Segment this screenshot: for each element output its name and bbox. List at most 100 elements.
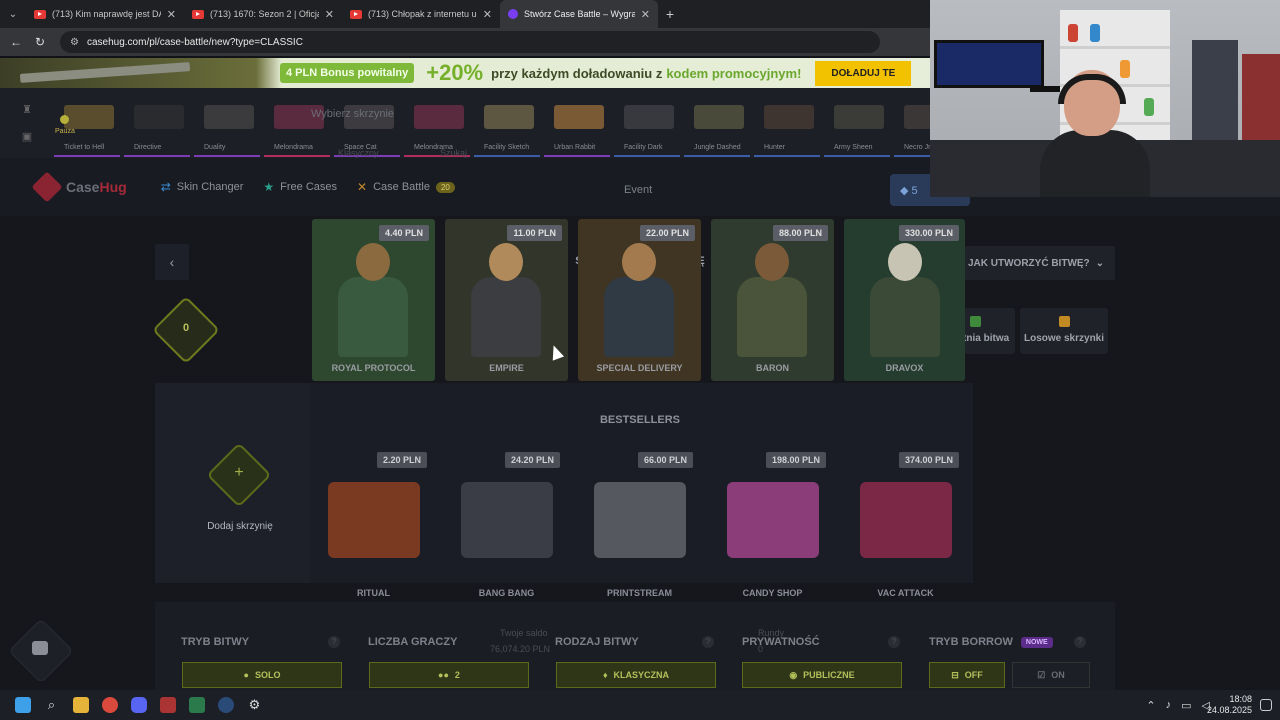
poster-image (1192, 40, 1238, 140)
network-icon[interactable]: ▭ (1181, 699, 1191, 712)
chevron-up-icon[interactable]: ⌃ (1146, 699, 1155, 712)
settings-icon[interactable]: ⚙ (240, 690, 269, 720)
add-case-label: Dodaj skrzynię (207, 521, 273, 532)
drop-name: Hunter (764, 144, 786, 151)
xbox-icon[interactable] (182, 690, 211, 720)
drop-name: Facility Sketch (484, 144, 530, 151)
search-icon[interactable]: ⌕ (37, 690, 66, 720)
discord-icon[interactable] (124, 690, 153, 720)
app-icon[interactable] (153, 690, 182, 720)
chrome-icon[interactable] (95, 690, 124, 720)
bestseller-case[interactable]: 374.00 PLN VAC ATTACK (844, 452, 967, 612)
casehug-logo[interactable]: CaseHug (31, 171, 127, 203)
live-drop-item[interactable]: Jungle Dashed (684, 89, 754, 157)
how-to-dropdown[interactable]: ? JAK UTWORZYĆ BITWĘ? ⌄ (942, 246, 1115, 280)
players-count-label: LICZBA GRACZY (368, 636, 458, 648)
live-drop-item[interactable]: Space Cat (334, 89, 404, 157)
promo-text: przy każdym doładowaniu z (491, 65, 663, 81)
windows-start-icon[interactable] (8, 690, 37, 720)
close-tab-icon[interactable]: ✕ (483, 8, 492, 21)
back-button[interactable]: ‹ (155, 244, 189, 280)
ghost-search: Szukaj (440, 148, 468, 158)
new-tab-icon[interactable]: + (658, 6, 682, 22)
nav-event[interactable]: Event (624, 184, 652, 196)
site-info-icon[interactable]: ⚙ (70, 37, 79, 48)
microphone-icon[interactable]: ♪ (1166, 699, 1172, 711)
help-icon[interactable]: ? (888, 636, 900, 648)
weapon-image (204, 105, 254, 129)
back-arrow-icon[interactable]: ← (4, 35, 28, 49)
case-name: BARON (756, 363, 789, 373)
steam-icon[interactable] (211, 690, 240, 720)
event-case-card[interactable]: 4.40 PLN ROYAL PROTOCOL (312, 219, 435, 381)
button-label: SOLO (254, 670, 281, 680)
case-price: 66.00 PLN (637, 452, 693, 468)
close-tab-icon[interactable]: ✕ (167, 8, 176, 21)
case-name: EMPIRE (489, 363, 524, 373)
public-privacy-button[interactable]: ◉ PUBLICZNE (742, 662, 902, 688)
browser-tab[interactable]: (713) Kim naprawdę jest DAWID ✕ (26, 0, 184, 28)
live-drop-item[interactable]: Hunter (754, 89, 824, 157)
help-icon[interactable]: ? (1074, 636, 1086, 648)
close-tab-icon[interactable]: ✕ (325, 8, 334, 21)
nav-free-cases[interactable]: ★ Free Cases (263, 180, 337, 194)
borrow-off-button[interactable]: ⊟ OFF (929, 662, 1005, 688)
event-case-card[interactable]: 11.00 PLN EMPIRE (445, 219, 568, 381)
box-filter-icon[interactable]: ▣ (22, 130, 32, 143)
youtube-icon (350, 9, 362, 19)
pause-label[interactable]: Pauza (55, 128, 75, 135)
event-case-card[interactable]: 88.00 PLN BARON (711, 219, 834, 381)
help-icon[interactable]: ? (702, 636, 714, 648)
agent-image (471, 243, 541, 357)
pause-icon[interactable] (60, 115, 69, 124)
reload-icon[interactable]: ↻ (28, 35, 52, 49)
live-drop-item[interactable]: Melondrama (404, 89, 474, 157)
live-drop-item[interactable]: Melondrama (264, 89, 334, 157)
close-tab-icon[interactable]: ✕ (641, 8, 650, 21)
bestseller-case[interactable]: 198.00 PLN CANDY SHOP (711, 452, 834, 612)
browser-tab[interactable]: (713) 1670: Sezon 2 | Oficjalny ✕ (184, 0, 342, 28)
random-cases-button[interactable]: Losowe skrzynki (1020, 308, 1108, 354)
live-drop-item[interactable]: Urban Rabbit (544, 89, 614, 157)
how-to-label: JAK UTWORZYĆ BITWĘ? (968, 257, 1090, 269)
nav-case-battle[interactable]: ✕ Case Battle 20 (357, 180, 455, 194)
system-clock[interactable]: 18:08 24.08.2025 (1207, 694, 1252, 716)
knife-image (414, 105, 464, 129)
url-text: casehug.com/pl/case-battle/new?type=CLAS… (86, 36, 303, 48)
bestseller-case[interactable]: 66.00 PLN PRINTSTREAM (578, 452, 701, 612)
top-up-button[interactable]: DOŁADUJ TE (815, 60, 912, 86)
user-filter-icon[interactable]: ♜ (22, 103, 32, 116)
live-drops-filters[interactable]: ♜ ▣ (0, 88, 54, 158)
live-drop-item[interactable]: Army Sheen (824, 89, 894, 157)
star-icon: ★ (263, 180, 275, 194)
help-icon[interactable]: ? (328, 636, 340, 648)
nav-label: Free Cases (280, 181, 338, 193)
solo-mode-button[interactable]: ● SOLO (182, 662, 342, 688)
users-icon: ●● (438, 670, 449, 680)
classic-type-button[interactable]: ♦ KLASYCZNA (556, 662, 716, 688)
notifications-icon[interactable] (1260, 699, 1272, 711)
players-count-button[interactable]: ●● 2 (369, 662, 529, 688)
checkbox-icon: ☑ (1037, 669, 1046, 680)
promo-percent: +20% (426, 60, 484, 85)
live-drop-item[interactable]: Facility Sketch (474, 89, 544, 157)
system-tray[interactable]: ⌃ ♪ ▭ ◁ (1146, 690, 1210, 720)
address-bar[interactable]: ⚙ casehug.com/pl/case-battle/new?type=CL… (60, 31, 880, 53)
borrow-on-button[interactable]: ☑ ON (1012, 662, 1090, 688)
bestseller-case[interactable]: 2.20 PLN RITUAL (312, 452, 435, 612)
event-case-card[interactable]: 330.00 PLN DRAVOX (844, 219, 965, 381)
live-drop-item[interactable]: Directive (124, 89, 194, 157)
nav-skin-changer[interactable]: ⇄ Skin Changer (161, 180, 244, 194)
file-explorer-icon[interactable] (66, 690, 95, 720)
agent-image (604, 243, 674, 357)
event-case-card[interactable]: 22.00 PLN SPECIAL DELIVERY (578, 219, 701, 381)
browser-tab-active[interactable]: Stwórz Case Battle – Wygraj skórki ✕ (500, 0, 658, 28)
poster-image (1242, 54, 1280, 144)
weapon-image (554, 105, 604, 129)
live-drop-item[interactable]: Facility Dark (614, 89, 684, 157)
drop-name: Facility Dark (624, 144, 663, 151)
browser-tab[interactable]: (713) Chłopak z internetu ukradł ✕ (342, 0, 500, 28)
tab-search-icon[interactable]: ⌄ (0, 0, 26, 28)
live-drop-item[interactable]: Duality (194, 89, 264, 157)
bestseller-case[interactable]: 24.20 PLN BANG BANG (445, 452, 568, 612)
